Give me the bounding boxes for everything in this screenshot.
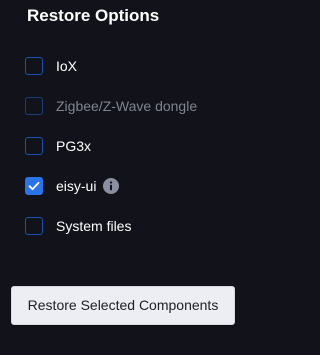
checkmark-icon (28, 181, 40, 190)
option-system-files[interactable]: System files (25, 215, 131, 236)
pg3x-checkbox[interactable] (25, 136, 43, 155)
option-label: Zigbee/Z-Wave dongle (56, 97, 198, 114)
option-zigbee-zwave-dongle: Zigbee/Z-Wave dongle (25, 95, 197, 116)
option-label: PG3x (56, 137, 92, 154)
option-eisy-ui[interactable]: eisy-ui (25, 175, 120, 196)
restore-options-panel: Restore Options IoX Zigbee/Z-Wave dongle… (0, 0, 310, 355)
eisy-ui-checkbox[interactable] (25, 176, 43, 195)
restore-selected-components-button[interactable]: Restore Selected Components (11, 286, 235, 325)
system-files-checkbox[interactable] (25, 216, 43, 235)
option-label: eisy-ui (56, 177, 97, 194)
option-iox[interactable]: IoX (25, 55, 77, 76)
option-label: System files (56, 217, 132, 234)
panel-title: Restore Options (27, 6, 160, 25)
zigbee-zwave-dongle-checkbox (25, 96, 43, 115)
option-label: IoX (56, 57, 78, 74)
info-icon[interactable] (103, 177, 120, 194)
iox-checkbox[interactable] (25, 56, 43, 75)
option-pg3x[interactable]: PG3x (25, 135, 91, 156)
